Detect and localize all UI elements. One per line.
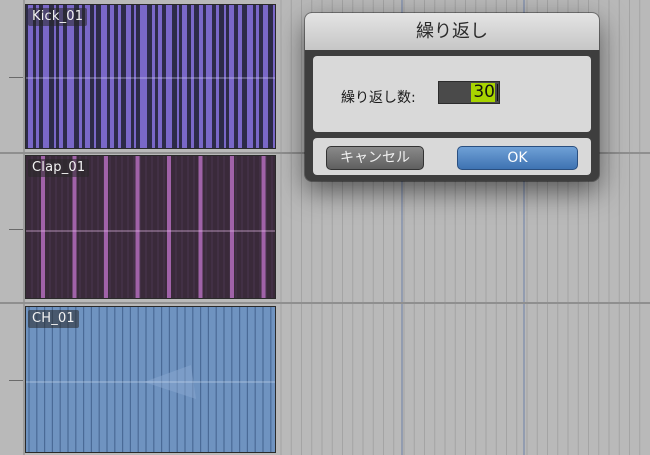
dialog-title: 繰り返し — [305, 13, 599, 50]
clap-waveform — [26, 156, 275, 298]
repeat-count-value[interactable]: 30 — [471, 83, 495, 102]
ruler-tick — [9, 380, 23, 381]
repeat-count-label: 繰り返し数: — [341, 90, 416, 106]
repeat-count-field[interactable]: 30 — [438, 81, 500, 104]
repeat-dialog: 繰り返し 繰り返し数: 30 キャンセル OK — [305, 13, 599, 181]
repeat-input-panel: 繰り返し数: 30 — [313, 56, 591, 132]
audio-clip-clap[interactable]: Clap_01 — [25, 155, 276, 299]
audio-clip-kick[interactable]: Kick_01 — [25, 4, 276, 149]
clip-name-clap: Clap_01 — [28, 159, 90, 177]
dialog-button-panel: キャンセル OK — [313, 138, 591, 175]
track-divider — [0, 302, 650, 304]
ok-button[interactable]: OK — [457, 146, 578, 170]
ruler-tick — [9, 229, 23, 230]
text-caret — [497, 84, 498, 101]
audio-clip-ch[interactable]: CH_01 — [25, 306, 276, 453]
clip-name-kick: Kick_01 — [28, 8, 88, 26]
ruler-tick — [9, 77, 23, 78]
clip-name-ch: CH_01 — [28, 310, 79, 328]
ch-waveform — [26, 307, 275, 452]
cancel-button[interactable]: キャンセル — [326, 146, 424, 170]
kick-waveform — [26, 5, 275, 148]
